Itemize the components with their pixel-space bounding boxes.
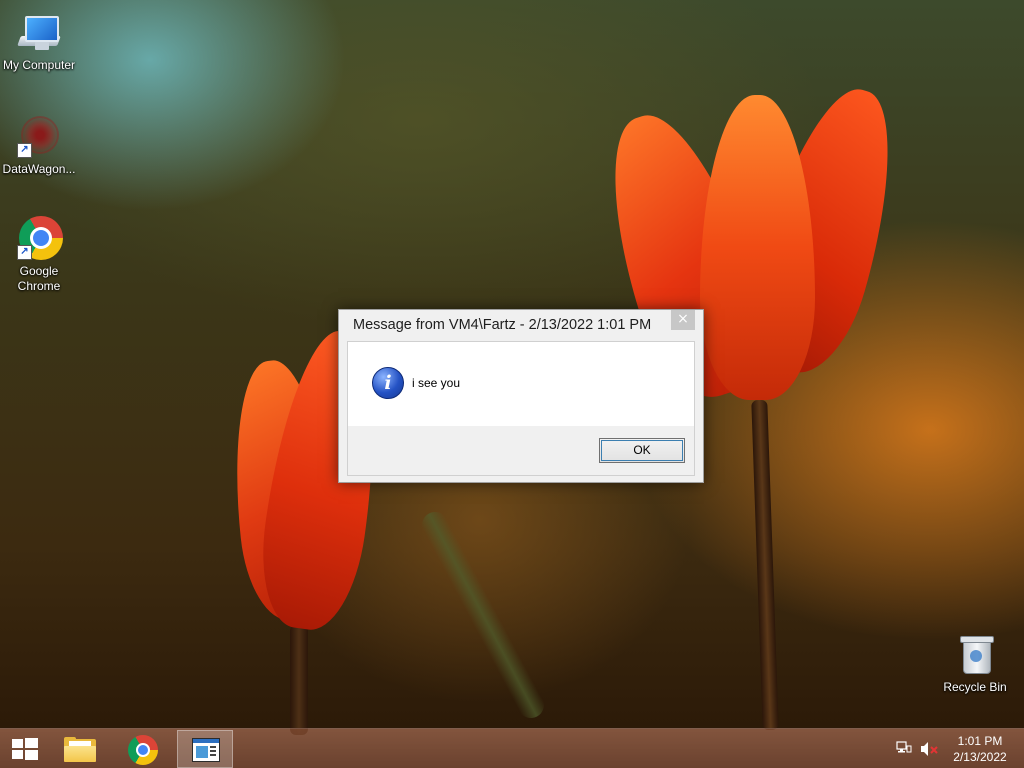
message-dialog: Message from VM4\Fartz - 2/13/2022 1:01 … (338, 309, 704, 483)
my-computer-icon (15, 8, 63, 56)
network-icon[interactable] (896, 741, 912, 755)
clock-date: 2/13/2022 (953, 750, 1007, 764)
desktop-icon-label: My Computer (2, 58, 76, 72)
wallpaper-stem-right (751, 399, 779, 731)
taskbar: 1:01 PM 2/13/2022 (0, 728, 1024, 768)
dialog-titlebar[interactable]: Message from VM4\Fartz - 2/13/2022 1:01 … (339, 310, 703, 340)
dialog-content: i i see you (348, 342, 694, 426)
desktop-icon-my-computer[interactable]: My Computer (0, 8, 78, 73)
datawagon-icon: ↗ (15, 112, 63, 160)
dialog-footer: OK (348, 426, 694, 475)
wallpaper-tulip-right-petal (700, 95, 815, 400)
desktop-icon-label: Recycle Bin (943, 680, 1007, 694)
taskbar-clock[interactable]: 1:01 PM 2/13/2022 (944, 733, 1016, 765)
ok-button[interactable]: OK (599, 438, 685, 463)
window-icon (192, 738, 220, 762)
taskbar-google-chrome[interactable] (115, 730, 171, 768)
folder-icon (64, 737, 96, 762)
desktop-icon-label: Google Chrome (17, 264, 61, 293)
start-button[interactable] (0, 729, 48, 768)
windows-logo-icon (12, 738, 38, 760)
desktop-icon-label: DataWagon... (2, 162, 76, 176)
recycle-bin-icon (951, 630, 999, 678)
chrome-icon: ↗ (15, 214, 63, 262)
shortcut-arrow-icon: ↗ (17, 245, 32, 260)
taskbar-message-window[interactable] (177, 730, 233, 768)
desktop-icon-datawagon[interactable]: ↗ DataWagon... (0, 112, 78, 177)
chrome-icon (128, 735, 158, 765)
desktop-icon-google-chrome[interactable]: ↗ Google Chrome (0, 214, 78, 294)
wallpaper-stem-left (290, 625, 308, 735)
close-button[interactable]: × (671, 310, 695, 330)
volume-muted-icon[interactable] (920, 741, 940, 757)
clock-time: 1:01 PM (957, 734, 1003, 748)
dialog-title: Message from VM4\Fartz - 2/13/2022 1:01 … (353, 317, 652, 333)
desktop-icon-recycle-bin[interactable]: Recycle Bin (936, 630, 1014, 695)
dialog-message: i see you (412, 376, 461, 390)
shortcut-arrow-icon: ↗ (17, 143, 32, 158)
dialog-body: i i see you OK (347, 341, 695, 476)
wallpaper-leaf (417, 507, 549, 723)
taskbar-file-explorer[interactable] (52, 730, 108, 768)
info-icon: i (372, 367, 404, 399)
